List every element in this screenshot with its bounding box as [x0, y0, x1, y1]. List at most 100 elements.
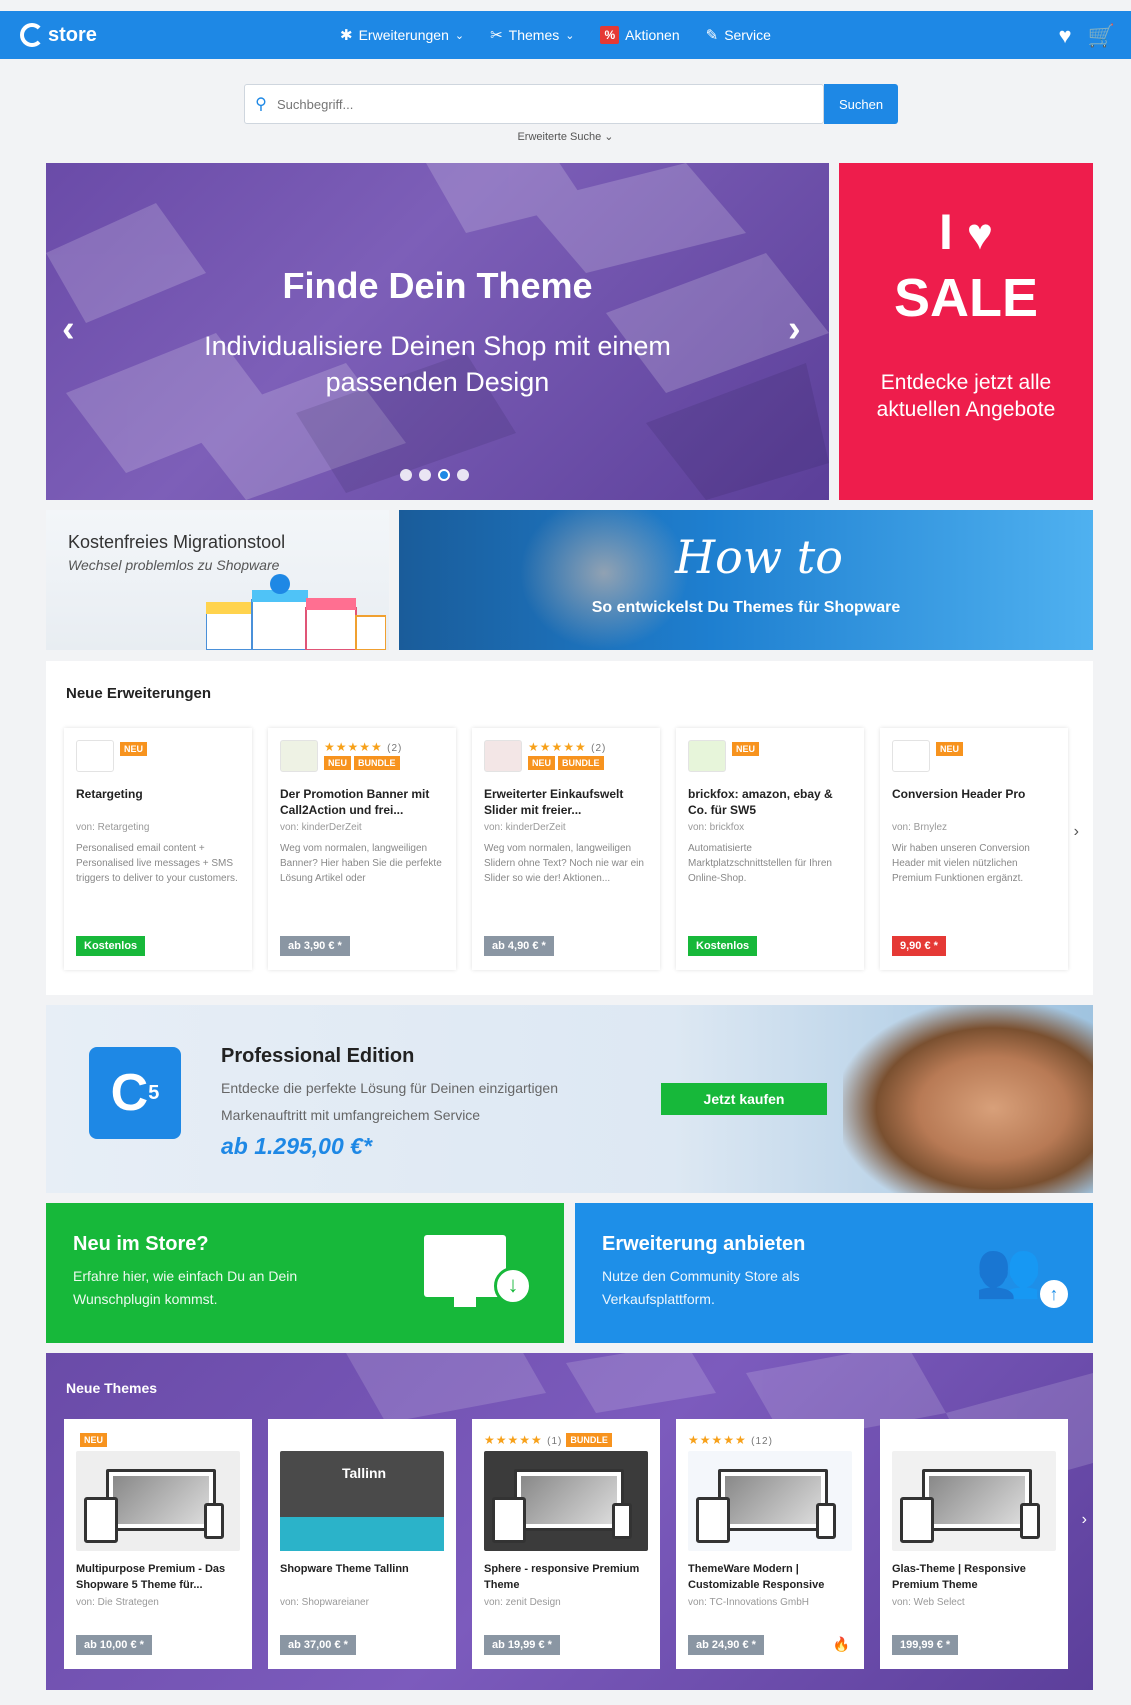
theme-preview-image[interactable]: Tallinn [280, 1451, 444, 1551]
extension-vendor[interactable]: von: Retargeting [76, 822, 240, 833]
rating-badges: ★★★★★ (2) NEU BUNDLE [528, 740, 606, 770]
phone-mockup [204, 1503, 224, 1539]
extension-name[interactable]: Conversion Header Pro [892, 786, 1056, 820]
price-tag[interactable]: ab 10,00 € * [76, 1635, 152, 1655]
logo-letter: C [110, 1064, 149, 1122]
section-heading: Neue Themes [66, 1380, 158, 1396]
extension-card[interactable]: NEU brickfox: amazon, ebay & Co. für SW5… [676, 728, 864, 970]
price-tag[interactable]: 199,99 € * [892, 1635, 959, 1655]
card-header: ★★★★★ (2) NEU BUNDLE [484, 740, 648, 780]
extension-vendor[interactable]: von: Brnylez [892, 822, 1056, 833]
heart-icon[interactable]: ♥ [1059, 23, 1072, 49]
theme-card[interactable]: Glas-Theme | Responsive Premium Theme vo… [880, 1419, 1068, 1669]
nav-themes[interactable]: ✂ Themes ⌄ [490, 26, 574, 44]
search-button[interactable]: Suchen [824, 84, 898, 124]
carousel-next-icon[interactable]: › [1074, 823, 1079, 841]
extension-vendor[interactable]: von: kinderDerZeit [280, 822, 444, 833]
advanced-search-toggle[interactable]: Erweiterte Suche ⌄ [0, 130, 1131, 143]
extension-card[interactable]: ★★★★★ (2) NEU BUNDLE Der Promotion Banner… [268, 728, 456, 970]
theme-preview-image[interactable] [484, 1451, 648, 1551]
price-tag[interactable]: ab 3,90 € * [280, 936, 350, 956]
price-tag[interactable]: ab 37,00 € * [280, 1635, 356, 1655]
nav-erweiterungen[interactable]: ✱ Erweiterungen ⌄ [340, 26, 464, 44]
slider-dot[interactable] [457, 469, 469, 481]
badge: BUNDLE [566, 1433, 612, 1447]
theme-name[interactable]: Sphere - responsive Premium Theme [484, 1561, 648, 1595]
theme-name[interactable]: Glas-Theme | Responsive Premium Theme [892, 1561, 1056, 1595]
theme-card[interactable]: ★★★★★ (12) ThemeWare Modern | Customizab… [676, 1419, 864, 1669]
store-logo[interactable]: store [20, 23, 97, 47]
extension-description: Wir haben unseren Conversion Header mit … [892, 843, 1030, 884]
extension-name[interactable]: Erweiterter Einkaufswelt Slider mit frei… [484, 786, 648, 820]
migration-banner[interactable]: Kostenfreies Migrationstool Wechsel prob… [46, 510, 389, 650]
theme-card[interactable]: ★★★★★ (1) BUNDLE Sphere - responsive Pre… [472, 1419, 660, 1669]
theme-card[interactable]: Tallinn Shopware Theme Tallinn von: Shop… [268, 1419, 456, 1669]
desktop-screen [521, 1476, 617, 1524]
sale-text: Entdecke jetzt alle aktuellen Angebote [876, 371, 1056, 421]
badge: NEU [936, 742, 964, 756]
nav-label: Service [724, 27, 771, 43]
desktop-mockup [922, 1469, 1032, 1531]
slider-dot[interactable] [419, 469, 431, 481]
new-extensions-section: Neue Erweiterungen NEU Retargeting von: … [46, 661, 1093, 995]
brush-icon: ✂ [490, 27, 503, 44]
theme-name[interactable]: ThemeWare Modern | Customizable Responsi… [688, 1561, 852, 1595]
theme-vendor[interactable]: von: zenit Design [484, 1597, 648, 1608]
search-input[interactable] [277, 96, 777, 112]
extension-card[interactable]: NEU Conversion Header Pro von: Brnylez W… [880, 728, 1068, 970]
extension-card[interactable]: ★★★★★ (2) NEU BUNDLE Erweiterter Einkaufs… [472, 728, 660, 970]
theme-preview-image[interactable] [892, 1451, 1056, 1551]
price-tag[interactable]: Kostenlos [76, 936, 146, 956]
shopware-5-logo-icon: C5 [89, 1047, 181, 1139]
slider-prev-icon[interactable]: ‹ [62, 308, 75, 351]
extension-vendor[interactable]: von: brickfox [688, 822, 852, 833]
theme-vendor[interactable]: von: Web Select [892, 1597, 1056, 1608]
new-themes-section: Neue Themes NEU Multipurpose Premium - D… [46, 1353, 1093, 1690]
nav-aktionen[interactable]: % Aktionen [600, 26, 680, 44]
slider-next-icon[interactable]: › [788, 308, 801, 351]
extension-name[interactable]: Retargeting [76, 786, 240, 820]
theme-name[interactable]: Multipurpose Premium - Das Shopware 5 Th… [76, 1561, 240, 1595]
price-tag[interactable]: Kostenlos [688, 936, 758, 956]
theme-vendor[interactable]: von: Die Strategen [76, 1597, 240, 1608]
card-header: NEU [76, 1431, 240, 1449]
howto-banner[interactable]: How to So entwickelst Du Themes für Shop… [399, 510, 1093, 650]
slider-dot-active[interactable] [438, 469, 450, 481]
rating-badges: NEU [936, 740, 964, 756]
pro-title: Professional Edition [221, 1045, 415, 1067]
badges: NEU BUNDLE [324, 756, 402, 770]
theme-vendor[interactable]: von: TC-Innovations GmbH [688, 1597, 852, 1608]
hero-slider[interactable]: Finde Dein Theme Individualisiere Deinen… [46, 163, 829, 500]
fire-icon: 🔥 [832, 1636, 850, 1652]
carousel-next-icon[interactable]: › [1082, 1511, 1087, 1529]
slider-dot[interactable] [400, 469, 412, 481]
cart-icon[interactable]: 🛒 [1088, 23, 1115, 49]
theme-card[interactable]: NEU Multipurpose Premium - Das Shopware … [64, 1419, 252, 1669]
theme-preview-image[interactable] [76, 1451, 240, 1551]
sale-banner[interactable]: I ♥ SALE Entdecke jetzt alle aktuellen A… [839, 163, 1093, 500]
howto-title: How to [675, 530, 843, 584]
badge: BUNDLE [558, 756, 604, 770]
star-rating: ★★★★★ (1) [484, 1433, 562, 1447]
price-tag[interactable]: 9,90 € * [892, 936, 946, 956]
nav-service[interactable]: ✎ Service [706, 26, 771, 44]
price-tag[interactable]: ab 4,90 € * [484, 936, 554, 956]
theme-vendor[interactable]: von: Shopwareianer [280, 1597, 444, 1608]
price-tag[interactable]: ab 24,90 € * [688, 1635, 764, 1655]
extension-vendor[interactable]: von: kinderDerZeit [484, 822, 648, 833]
theme-preview-image[interactable] [688, 1451, 852, 1551]
extension-name[interactable]: brickfox: amazon, ebay & Co. für SW5 [688, 786, 852, 820]
sale-word: SALE [893, 268, 1039, 328]
stars-icon: ★★★★★ [528, 740, 587, 754]
price-tag[interactable]: ab 19,99 € * [484, 1635, 560, 1655]
extension-card[interactable]: NEU Retargeting von: Retargeting Persona… [64, 728, 252, 970]
card-header [280, 1431, 444, 1449]
offer-extension-tile[interactable]: Erweiterung anbieten Nutze den Community… [575, 1203, 1093, 1343]
buy-now-button[interactable]: Jetzt kaufen [661, 1083, 827, 1115]
professional-edition-banner: C5 Professional Edition Entdecke die per… [46, 1005, 1093, 1193]
chevron-down-icon: ⌄ [454, 29, 465, 42]
theme-name[interactable]: Shopware Theme Tallinn [280, 1561, 444, 1595]
star-rating: ★★★★★ (12) [688, 1433, 773, 1447]
extension-name[interactable]: Der Promotion Banner mit Call2Action und… [280, 786, 444, 820]
new-in-store-tile[interactable]: Neu im Store? Erfahre hier, wie einfach … [46, 1203, 564, 1343]
